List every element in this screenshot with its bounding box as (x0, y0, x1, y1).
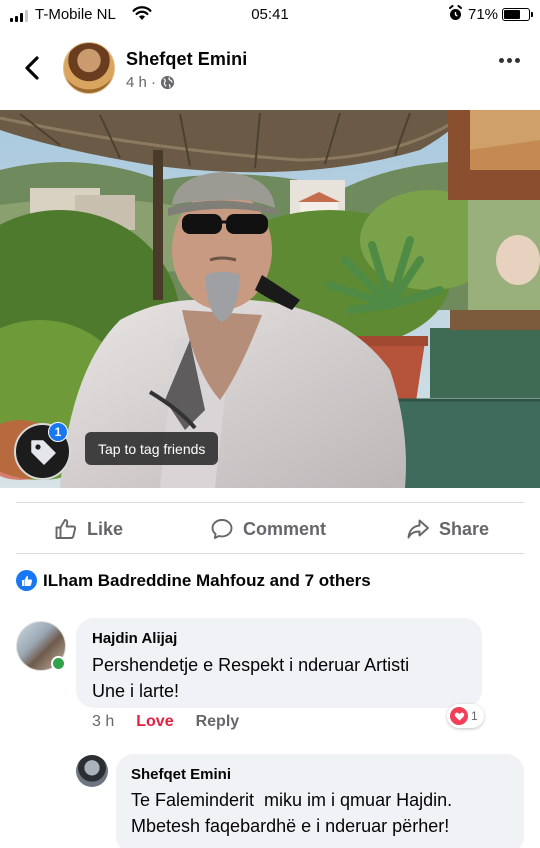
tag-tooltip[interactable]: Tap to tag friends (85, 432, 219, 465)
reply-bubble[interactable]: Shefqet Emini Te Faleminderit miku im i … (116, 754, 524, 848)
comment-reaction-count[interactable]: 1 (447, 704, 484, 728)
share-label: Share (439, 518, 490, 539)
reaction-count-value: 1 (471, 709, 478, 723)
comment-bubble[interactable]: Hajdin Alijaj Pershendetje e Respekt i n… (76, 618, 482, 708)
comment-icon (211, 519, 233, 539)
reactions-text: ILham Badreddine Mahfouz and 7 others (43, 570, 371, 590)
battery-fill (504, 10, 521, 19)
comment-actions: 3 h Love Reply (92, 713, 239, 731)
battery-icon (502, 8, 533, 21)
chevron-left-icon (25, 56, 39, 80)
heart-icon (450, 707, 468, 725)
comment-time[interactable]: 3 h (92, 713, 114, 731)
more-options-button[interactable] (499, 58, 520, 63)
comment-button[interactable]: Comment (210, 506, 326, 552)
comment-reply-button[interactable]: Reply (196, 713, 240, 731)
battery-percent: 71% (468, 6, 499, 23)
post-actions: Like Comment Share (0, 506, 540, 552)
comment-love-button[interactable]: Love (136, 713, 173, 731)
tag-count-badge: 1 (48, 422, 68, 442)
author-avatar[interactable] (63, 42, 115, 94)
status-bar: T-Mobile NL 05:41 71% (0, 0, 540, 30)
post-header: Shefqet Emini 4 h · (0, 38, 540, 98)
share-icon (407, 519, 429, 539)
divider (16, 553, 524, 554)
author-name[interactable]: Shefqet Emini (126, 49, 247, 70)
alarm-icon (449, 5, 462, 20)
comment-text: Pershendetje e Respekt i nderuar Artisti… (92, 655, 410, 701)
comment-author[interactable]: Hajdin Alijaj (92, 630, 177, 647)
like-reaction-icon (16, 570, 37, 591)
post-meta: 4 h · (126, 74, 175, 91)
thumbs-up-icon (55, 519, 77, 539)
photo-image (0, 110, 540, 488)
online-status-dot (51, 656, 66, 671)
globe-icon (160, 75, 175, 90)
divider (16, 502, 524, 503)
reactions-summary[interactable]: ILham Badreddine Mahfouz and 7 others (16, 570, 371, 591)
comment-label: Comment (243, 518, 327, 539)
post-time[interactable]: 4 h · (126, 74, 156, 91)
share-button[interactable]: Share (406, 506, 489, 552)
back-button[interactable] (18, 54, 46, 82)
like-button[interactable]: Like (54, 506, 123, 552)
like-label: Like (87, 518, 124, 539)
post-photo[interactable]: 1 Tap to tag friends (0, 110, 540, 488)
reply-author-avatar[interactable] (76, 755, 108, 787)
reply-text: Te Faleminderit miku im i qmuar Hajdin. … (131, 790, 453, 836)
reply-author[interactable]: Shefqet Emini (131, 766, 231, 783)
